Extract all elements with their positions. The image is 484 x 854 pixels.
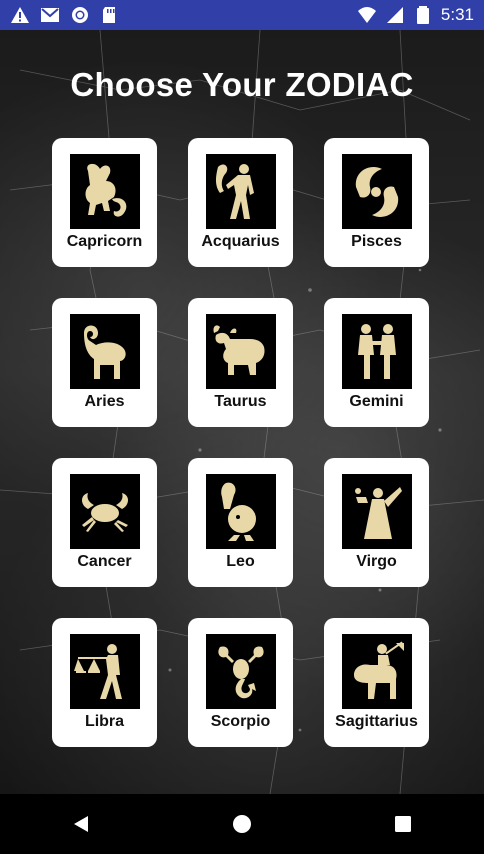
card-label: Libra xyxy=(84,713,125,730)
battery-icon xyxy=(413,6,433,24)
recents-button[interactable] xyxy=(383,804,423,844)
capricorn-icon xyxy=(69,154,140,229)
recents-icon xyxy=(395,816,412,832)
status-bar: 5:31 xyxy=(0,0,484,30)
home-icon xyxy=(232,815,251,833)
card-label: Capricorn xyxy=(66,233,143,250)
card-label: Leo xyxy=(226,553,255,570)
zodiac-card-capricorn[interactable]: Capricorn xyxy=(52,138,157,267)
circle-icon xyxy=(70,6,90,24)
zodiac-card-aquarius[interactable]: Acquarius xyxy=(188,138,293,267)
zodiac-card-cancer[interactable]: Cancer xyxy=(52,458,157,587)
signal-icon xyxy=(385,6,405,24)
page-title: Choose Your ZODIAC xyxy=(70,66,414,103)
zodiac-grid: Capricorn Acquarius Pisces Aries Taurus … xyxy=(52,138,430,747)
leo-icon xyxy=(205,474,276,549)
zodiac-card-taurus[interactable]: Taurus xyxy=(188,298,293,427)
libra-icon xyxy=(69,634,140,709)
aquarius-icon xyxy=(205,154,276,229)
card-label: Virgo xyxy=(356,553,397,570)
taurus-icon xyxy=(205,314,276,389)
scorpio-icon xyxy=(205,634,276,709)
card-label: Taurus xyxy=(214,393,267,410)
zodiac-card-libra[interactable]: Libra xyxy=(52,618,157,747)
pisces-icon xyxy=(341,154,412,229)
gmail-icon xyxy=(40,6,60,24)
zodiac-card-sagittarius[interactable]: Sagittarius xyxy=(324,618,429,747)
zodiac-screen: Choose Your ZODIAC Capricorn Acquarius P… xyxy=(0,30,484,794)
virgo-icon xyxy=(341,474,412,549)
status-right: 5:31 xyxy=(357,5,474,25)
card-label: Aries xyxy=(84,393,125,410)
zodiac-card-aries[interactable]: Aries xyxy=(52,298,157,427)
card-label: Scorpio xyxy=(210,713,271,730)
wifi-icon xyxy=(357,6,377,24)
aries-icon xyxy=(69,314,140,389)
zodiac-card-leo[interactable]: Leo xyxy=(188,458,293,587)
back-icon xyxy=(73,816,88,832)
status-time: 5:31 xyxy=(440,5,474,24)
zodiac-card-gemini[interactable]: Gemini xyxy=(324,298,429,427)
card-label: Sagittarius xyxy=(335,713,418,730)
zodiac-card-pisces[interactable]: Pisces xyxy=(324,138,429,267)
zodiac-card-virgo[interactable]: Virgo xyxy=(324,458,429,587)
zodiac-card-scorpio[interactable]: Scorpio xyxy=(188,618,293,747)
cancer-icon xyxy=(69,474,140,549)
status-left xyxy=(10,6,120,24)
card-label: Cancer xyxy=(77,553,132,570)
home-button[interactable] xyxy=(222,804,262,844)
sd-card-icon xyxy=(100,6,120,24)
warning-icon xyxy=(10,6,30,24)
card-label: Acquarius xyxy=(201,233,280,250)
card-label: Pisces xyxy=(351,233,402,250)
navigation-bar xyxy=(0,794,484,854)
back-button[interactable] xyxy=(61,804,101,844)
card-label: Gemini xyxy=(349,393,404,410)
sagittarius-icon xyxy=(341,634,412,709)
gemini-icon xyxy=(341,314,412,389)
